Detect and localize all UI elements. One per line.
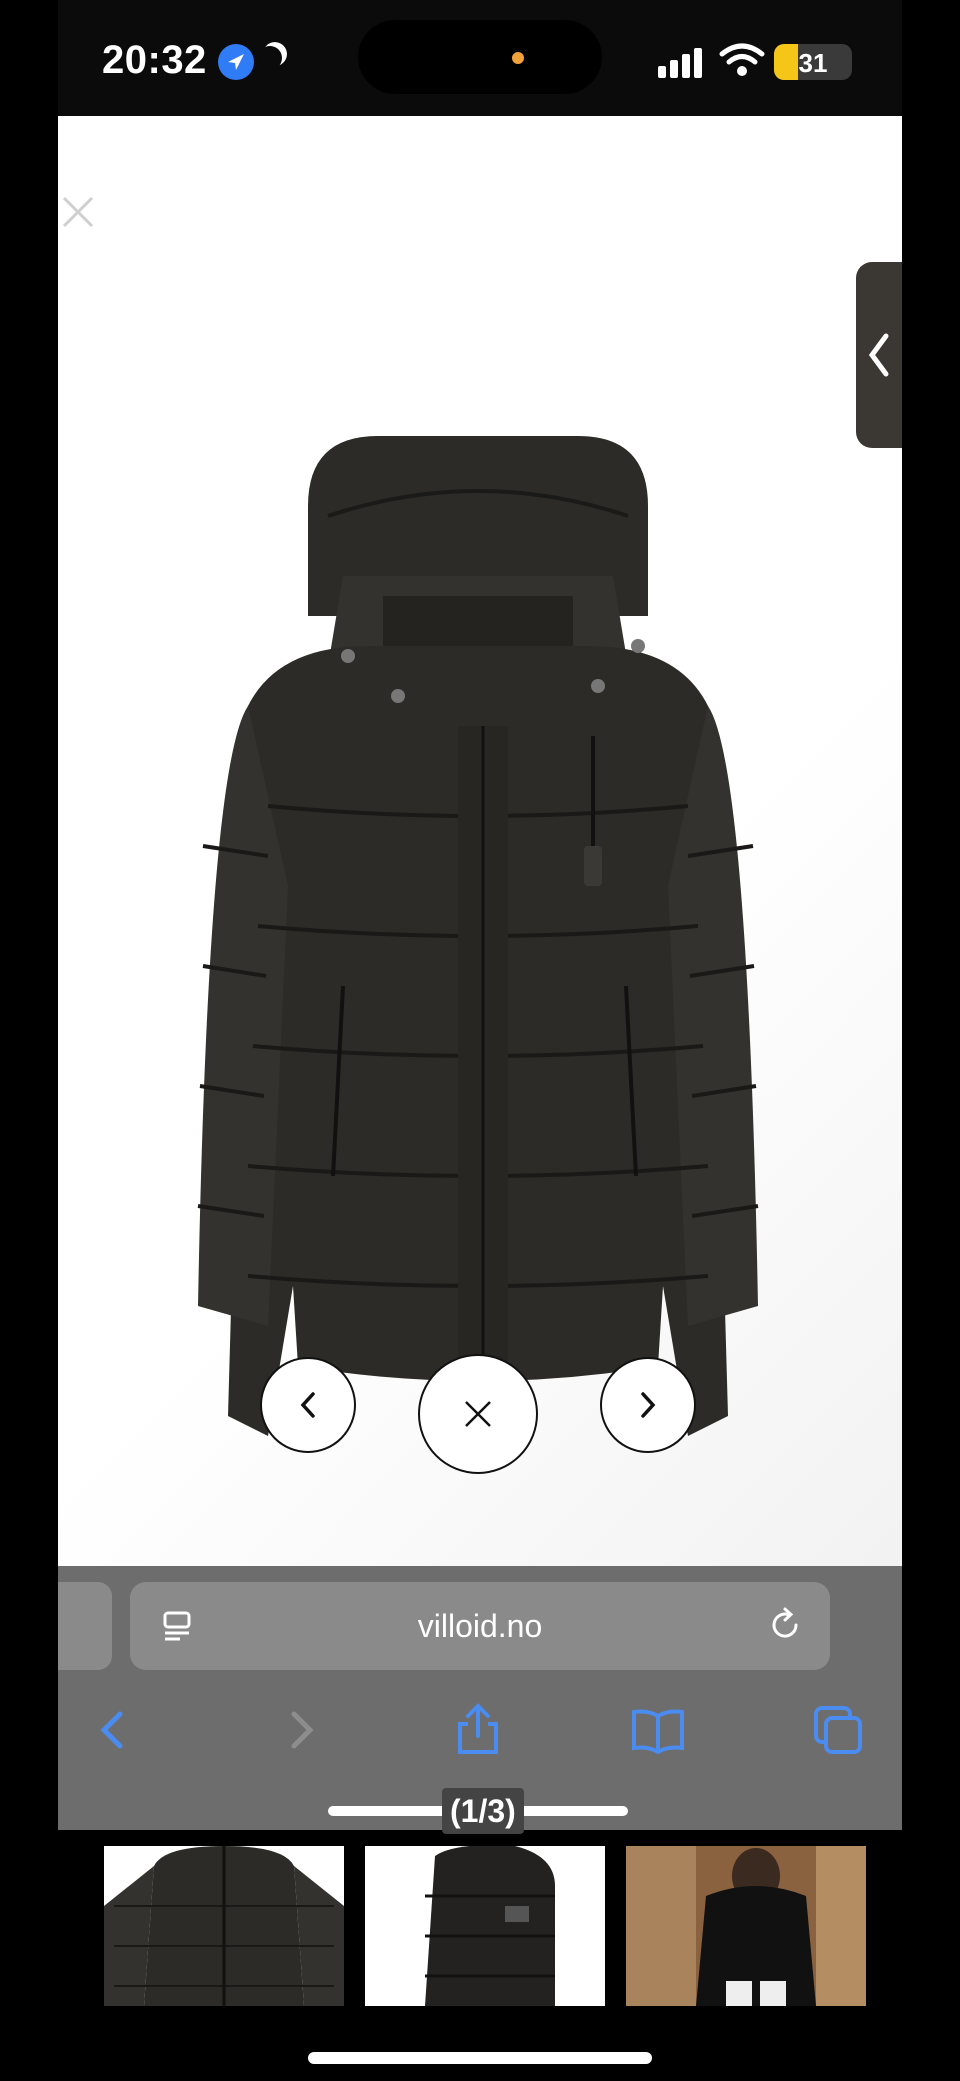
privacy-indicator-dot bbox=[512, 52, 524, 64]
chevron-right-icon bbox=[641, 1392, 656, 1418]
status-time: 20:32 bbox=[102, 38, 207, 82]
side-drawer-tab[interactable] bbox=[856, 262, 902, 448]
bookmarks-button[interactable] bbox=[628, 1700, 688, 1760]
next-image-button[interactable] bbox=[600, 1357, 696, 1453]
thumbnail-side[interactable] bbox=[365, 1846, 605, 2006]
close-icon bbox=[465, 1401, 491, 1427]
battery-percentage: 31 bbox=[798, 48, 828, 78]
status-bar: 20:32 31 bbox=[58, 0, 902, 116]
thumbnail-worn[interactable] bbox=[626, 1846, 866, 2006]
gallery-counter: (1/3) bbox=[442, 1788, 524, 1834]
browser-toolbar: villoid.no (1/3) bbox=[58, 1566, 902, 1834]
signal-icon bbox=[658, 48, 702, 78]
chevron-left-icon bbox=[868, 333, 889, 377]
forward-button[interactable] bbox=[270, 1700, 330, 1760]
address-bar[interactable]: villoid.no bbox=[130, 1582, 830, 1670]
product-image-viewer bbox=[58, 116, 902, 1566]
product-image bbox=[197, 436, 759, 1446]
dismiss-x-icon[interactable] bbox=[58, 192, 98, 232]
reload-icon[interactable] bbox=[766, 1606, 804, 1644]
home-indicator bbox=[308, 2052, 652, 2064]
previous-image-button[interactable] bbox=[260, 1357, 356, 1453]
chevron-left-icon bbox=[300, 1392, 315, 1418]
moon-icon bbox=[255, 43, 286, 74]
share-button[interactable] bbox=[448, 1700, 508, 1760]
thumbnail-image bbox=[626, 1846, 866, 2006]
thumbnail-strip bbox=[0, 1846, 960, 2006]
thumbnail-image bbox=[425, 1846, 555, 2006]
url-text: villoid.no bbox=[417, 1608, 543, 1644]
dynamic-island bbox=[358, 20, 602, 94]
thumbnail-front[interactable] bbox=[104, 1846, 344, 2006]
tabs-button[interactable] bbox=[808, 1700, 868, 1760]
close-gallery-button[interactable] bbox=[418, 1354, 538, 1474]
previous-tab-preview[interactable] bbox=[58, 1582, 112, 1670]
battery-icon: 31 bbox=[774, 44, 852, 80]
wifi-icon bbox=[719, 43, 765, 76]
back-button[interactable] bbox=[84, 1700, 144, 1760]
location-arrow-icon bbox=[218, 44, 254, 80]
thumbnail-image bbox=[104, 1846, 344, 2006]
